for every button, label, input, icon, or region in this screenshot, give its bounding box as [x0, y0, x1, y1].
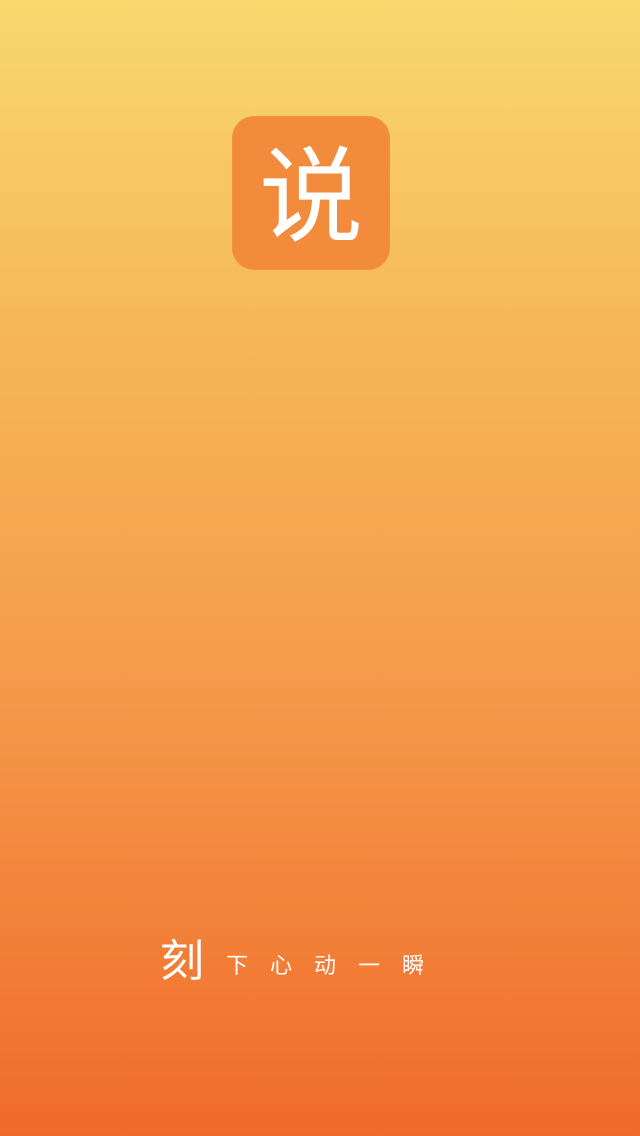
slogan: 刻 下 心 动 一 瞬 [160, 930, 424, 990]
slogan-char: 动 [314, 954, 337, 979]
slogan-char: 一 [358, 954, 381, 979]
slogan-char: 瞬 [402, 954, 425, 979]
app-icon: 说 [232, 116, 390, 270]
app-logo-glyph: 说 [258, 136, 363, 258]
slogan-lead-char: 刻 [160, 936, 204, 987]
slogan-char: 下 [226, 954, 249, 979]
splash-screen: 说 刻 下 心 动 一 瞬 [0, 0, 640, 1136]
slogan-char: 心 [270, 954, 293, 979]
